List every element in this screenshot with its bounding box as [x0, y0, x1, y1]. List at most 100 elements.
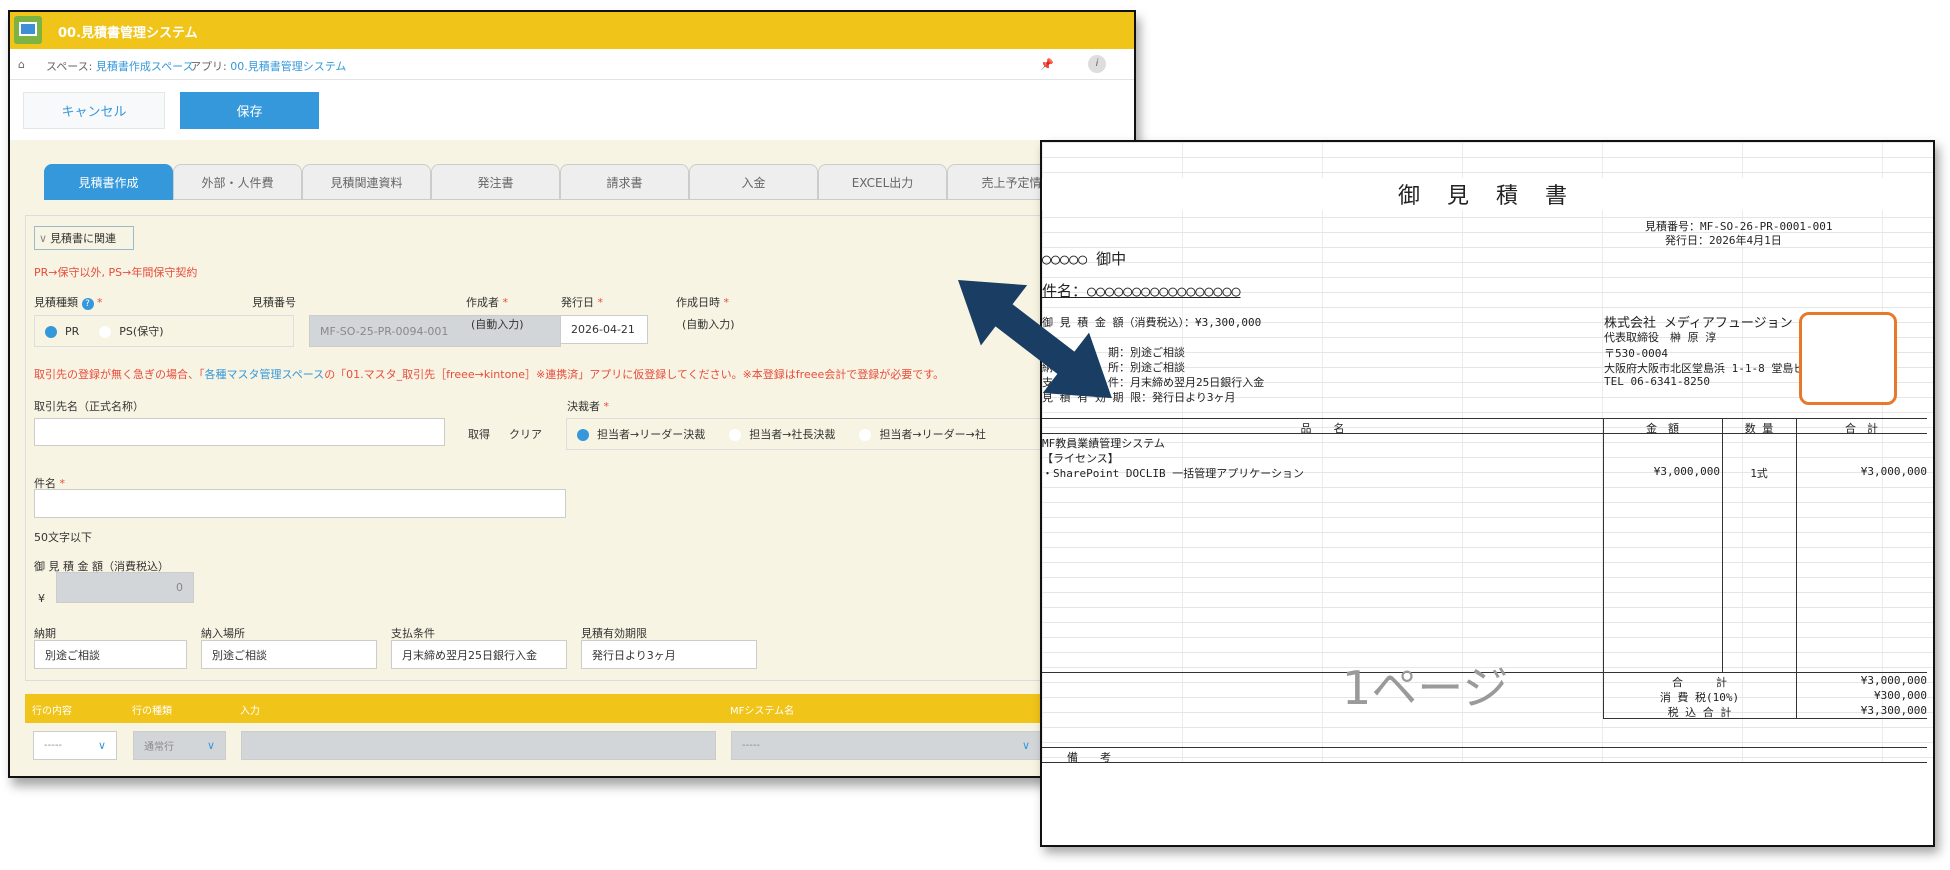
type-note: PR→保守以外, PS→年間保守契約 — [34, 266, 198, 279]
item-row-price: ¥3,000,000 — [1653, 465, 1720, 478]
home-icon[interactable]: ⌂ — [18, 58, 25, 71]
issue-date-field[interactable]: 2026-04-21 — [560, 315, 648, 344]
row-kind-select[interactable]: 通常行 ∨ — [133, 731, 226, 760]
validity-input[interactable]: 発行日より3ヶ月 — [581, 640, 757, 669]
col-content: 行の内容 — [32, 706, 72, 717]
doc-recipient: ○○○○○ 御中 — [1042, 250, 1127, 268]
master-space-link[interactable]: 各種マスタ管理スペース — [205, 368, 325, 381]
doc-term-place: 納 入 場 所：別途ご相談 — [1042, 361, 1185, 374]
item-row-name: ・SharePoint DOCLIB 一括管理アプリケーション — [1042, 467, 1304, 480]
tab-invoice[interactable]: 請求書 — [560, 164, 689, 200]
item-row-name: 【ライセンス】 — [1042, 452, 1119, 465]
chevron-down-icon: ∨ — [1021, 739, 1030, 752]
radio-pr[interactable]: PR — [45, 325, 79, 338]
app-title: 00.見積書管理システム — [58, 26, 198, 41]
col-kind: 行の種類 — [132, 706, 172, 717]
estimate-section: ∨ 見積書に関連 PR→保守以外, PS→年間保守契約 見積種類 ? * PR P… — [25, 215, 1134, 681]
row-content-select[interactable]: ----- ∨ — [33, 731, 117, 760]
type-radio-group: PR PS(保守) — [34, 315, 294, 347]
chevron-down-icon: ∨ — [39, 231, 48, 245]
chevron-down-icon: ∨ — [97, 739, 106, 752]
author-label: 作成者 — [466, 296, 499, 309]
section-toggle-label: 見積書に関連 — [50, 232, 117, 245]
delivery-input[interactable]: 別途ご相談 — [34, 640, 187, 669]
payment-input[interactable]: 月末締め翌月25日銀行入金 — [391, 640, 567, 669]
col-qty: 数 量 — [1744, 422, 1774, 435]
validity-label: 見積有効期限 — [581, 627, 647, 640]
tab-external-labor[interactable]: 外部・人件費 — [173, 164, 302, 200]
radio-president[interactable]: 担当者→社長決裁 — [729, 426, 835, 442]
client-note-a: 取引先の登録が無く急ぎの場合、「 — [34, 368, 205, 381]
issue-label: 発行日 — [561, 296, 594, 309]
breadcrumb-app[interactable]: 00.見積書管理システム — [230, 60, 346, 73]
tab-related-docs[interactable]: 見積関連資料 — [302, 164, 431, 200]
subject-input[interactable] — [34, 489, 566, 518]
tab-purchase-order[interactable]: 発注書 — [431, 164, 560, 200]
doc-title: 御 見 積 書 — [1042, 178, 1933, 210]
col-system: MFシステム名 — [730, 706, 795, 717]
client-input[interactable] — [34, 418, 445, 446]
table-header: 行の内容 行の種類 入力 MFシステム名 — [25, 694, 1134, 723]
col-total: 合 計 — [1845, 422, 1878, 435]
app-icon — [14, 16, 42, 44]
created-label: 作成日時 — [676, 296, 720, 309]
item-row-qty: 1式 — [1750, 467, 1768, 480]
payment-label: 支払条件 — [391, 627, 435, 640]
doc-term-payment: 支 払 条 件：月末締め翌月25日銀行入金 — [1042, 376, 1265, 389]
radio-ps[interactable]: PS(保守) — [99, 323, 163, 339]
tab-estimate[interactable]: 見積書作成 — [44, 164, 173, 200]
doc-term-delivery: 納 期：別途ご相談 — [1042, 346, 1185, 359]
client-note-b: の「01.マスタ_取引先［freee→kintone］※連携済」アプリに仮登録し… — [324, 368, 945, 381]
tab-payment[interactable]: 入金 — [689, 164, 818, 200]
item-row-total: ¥3,000,000 — [1860, 465, 1927, 478]
breadcrumb-app-prefix: アプリ: — [190, 60, 231, 73]
created-value: (自動入力) — [682, 318, 735, 331]
company-tel: TEL 06-6341-8250 — [1604, 375, 1710, 388]
approver-label: 決裁者 — [567, 400, 600, 413]
subtotal-label: 合 計 — [1672, 676, 1727, 689]
grand-total-label: 税 込 合 計 — [1667, 706, 1732, 719]
col-price: 金 額 — [1646, 422, 1679, 435]
col-item-name: 品 名 — [1300, 422, 1345, 435]
row-system-select[interactable]: ----- ∨ — [731, 731, 1041, 760]
save-button[interactable]: 保存 — [180, 92, 319, 129]
doc-term-validity: 見 積 有 効 期 限：発行日より3ヶ月 — [1042, 391, 1236, 404]
number-label: 見積番号 — [252, 296, 296, 309]
doc-amount: 御 見 積 金 額（消費税込）：¥3,300,000 — [1042, 316, 1262, 329]
record-form: 見積書作成 外部・人件費 見積関連資料 発注書 請求書 入金 EXCEL出力 売… — [10, 140, 1134, 776]
company-seal-stamp — [1799, 312, 1897, 405]
doc-date: 発行日：2026年4月1日 — [1665, 234, 1782, 247]
breadcrumb-space[interactable]: 見積書作成スペース — [96, 60, 194, 73]
tax-value: ¥300,000 — [1874, 689, 1927, 702]
info-icon[interactable]: i — [1088, 55, 1106, 73]
radio-leader[interactable]: 担当者→リーダー決裁 — [577, 426, 705, 442]
place-input[interactable]: 別途ご相談 — [201, 640, 377, 669]
client-label: 取引先名（正式名称） — [34, 400, 144, 413]
radio-leader-president[interactable]: 担当者→リーダー→社 — [859, 426, 986, 442]
action-bar: キャンセル 保存 — [10, 80, 1134, 140]
get-link[interactable]: 取得 — [468, 426, 490, 442]
chevron-down-icon: ∨ — [206, 739, 215, 752]
row-input — [241, 731, 716, 760]
kintone-app-window: 00.見積書管理システム ⌂ スペース: 見積書作成スペース アプリ: 00.見… — [8, 10, 1136, 778]
app-header: 00.見積書管理システム — [10, 12, 1134, 49]
section-toggle[interactable]: ∨ 見積書に関連 — [34, 226, 134, 250]
currency-symbol: ¥ — [38, 592, 45, 605]
author-value: (自動入力) — [471, 318, 524, 331]
tab-excel-export[interactable]: EXCEL出力 — [818, 164, 947, 200]
cancel-button[interactable]: キャンセル — [23, 92, 165, 129]
approver-radio-group: 担当者→リーダー決裁 担当者→社長決裁 担当者→リーダー→社 — [566, 418, 1046, 450]
grand-total-value: ¥3,300,000 — [1860, 704, 1927, 717]
type-label: 見積種類 — [34, 296, 78, 309]
pin-icon[interactable]: 📌 — [1040, 58, 1054, 71]
estimate-document-preview: 御 見 積 書 見積番号：MF-SO-26-PR-0001-001 発行日：20… — [1040, 140, 1935, 847]
company-address: 大阪府大阪市北区堂島浜 1-1-8 堂島ビル — [1604, 362, 1816, 375]
col-input: 入力 — [240, 706, 260, 717]
clear-link[interactable]: クリア — [509, 426, 542, 442]
tax-label: 消 費 税(10%) — [1659, 691, 1740, 704]
breadcrumb: ⌂ スペース: 見積書作成スペース アプリ: 00.見積書管理システム 📌 i — [10, 49, 1134, 80]
breadcrumb-space-prefix: スペース: — [46, 60, 96, 73]
delivery-label: 納期 — [34, 627, 56, 640]
item-row-name: MF教員業績管理システム — [1042, 437, 1165, 450]
help-icon[interactable]: ? — [81, 298, 94, 310]
